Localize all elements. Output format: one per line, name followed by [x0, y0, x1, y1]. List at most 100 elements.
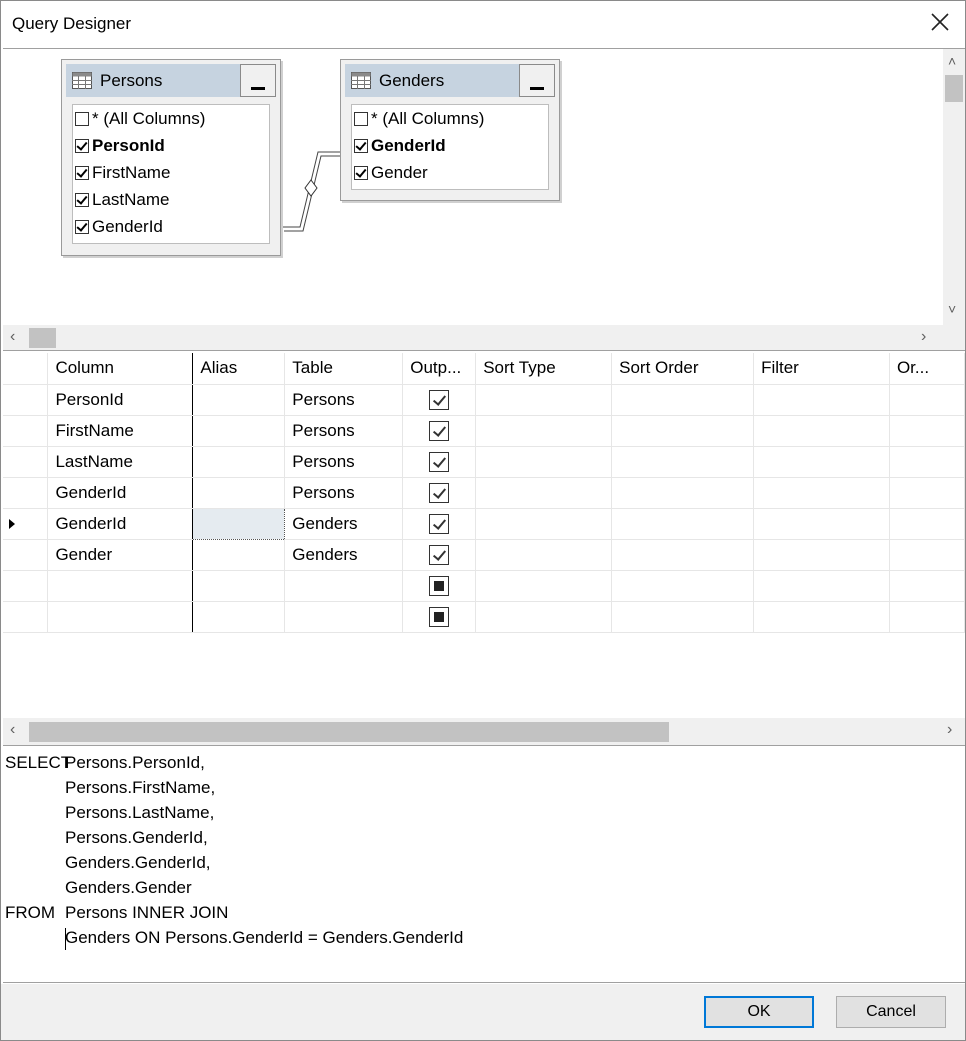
cell-table[interactable]: Persons: [284, 384, 404, 416]
cell-table[interactable]: Persons: [284, 446, 404, 478]
cell-sort-order[interactable]: [611, 415, 755, 447]
row-selector[interactable]: [3, 446, 49, 478]
cell-table[interactable]: [284, 601, 404, 633]
table-row-current[interactable]: GenderId Genders: [3, 507, 965, 540]
row-selector[interactable]: [3, 477, 49, 509]
cell-filter[interactable]: [753, 384, 890, 416]
cell-or[interactable]: [889, 477, 965, 509]
cell-or[interactable]: [889, 415, 965, 447]
cell-alias[interactable]: [192, 570, 286, 602]
cell-sort-type[interactable]: [475, 384, 613, 416]
column-item[interactable]: PersonId: [75, 133, 165, 158]
output-checkbox[interactable]: [429, 513, 450, 534]
table-header-persons[interactable]: Persons: [66, 64, 276, 97]
cell-sort-type[interactable]: [475, 508, 613, 540]
cell-output[interactable]: [402, 415, 477, 447]
column-checkbox[interactable]: [75, 111, 89, 126]
cell-output[interactable]: [402, 570, 477, 602]
cell-alias[interactable]: [192, 601, 286, 633]
row-selector[interactable]: [3, 508, 49, 540]
cell-output[interactable]: [402, 384, 477, 416]
cell-or[interactable]: [889, 384, 965, 416]
cell-or[interactable]: [889, 508, 965, 540]
chevron-left-icon[interactable]: ‹: [10, 721, 15, 739]
cell-sort-type[interactable]: [475, 570, 613, 602]
header-column[interactable]: Column: [47, 353, 194, 385]
diagram-pane[interactable]: Persons * (All Columns) PersonId FirstNa…: [3, 48, 965, 351]
cell-filter[interactable]: [753, 446, 890, 478]
column-checkbox[interactable]: [354, 165, 368, 180]
cell-output[interactable]: [402, 508, 477, 540]
table-persons[interactable]: Persons * (All Columns) PersonId FirstNa…: [61, 59, 281, 256]
header-table[interactable]: Table: [284, 353, 404, 385]
table-genders[interactable]: Genders * (All Columns) GenderId Gender: [340, 59, 560, 201]
cell-filter[interactable]: [753, 508, 890, 540]
chevron-up-icon[interactable]: ˄: [948, 53, 956, 69]
cell-sort-order[interactable]: [611, 384, 755, 416]
cell-filter[interactable]: [753, 477, 890, 509]
row-selector[interactable]: [3, 601, 49, 633]
table-header-genders[interactable]: Genders: [345, 64, 555, 97]
header-alias[interactable]: Alias: [192, 353, 286, 385]
column-checkbox[interactable]: [354, 138, 368, 153]
cell-column[interactable]: Gender: [47, 539, 194, 571]
cell-table[interactable]: Persons: [284, 415, 404, 447]
cell-sort-order[interactable]: [611, 446, 755, 478]
table-row[interactable]: PersonId Persons: [3, 384, 965, 416]
output-checkbox[interactable]: [429, 575, 450, 596]
cell-output[interactable]: [402, 446, 477, 478]
scroll-thumb[interactable]: [29, 722, 669, 742]
cell-or[interactable]: [889, 446, 965, 478]
column-item[interactable]: GenderId: [75, 214, 163, 239]
cell-sort-order[interactable]: [611, 477, 755, 509]
header-sort-order[interactable]: Sort Order: [611, 353, 755, 385]
output-checkbox[interactable]: [429, 420, 450, 441]
cell-column[interactable]: GenderId: [47, 477, 194, 509]
row-selector[interactable]: [3, 384, 49, 416]
row-selector[interactable]: [3, 570, 49, 602]
table-row[interactable]: LastName Persons: [3, 446, 965, 478]
column-item[interactable]: * (All Columns): [75, 106, 205, 131]
grid-horizontal-scrollbar[interactable]: ‹ ›: [3, 718, 965, 745]
cell-sort-type[interactable]: [475, 446, 613, 478]
row-selector[interactable]: [3, 539, 49, 571]
cell-column[interactable]: GenderId: [47, 508, 194, 540]
cell-filter[interactable]: [753, 415, 890, 447]
cell-sort-type[interactable]: [475, 415, 613, 447]
output-checkbox[interactable]: [429, 482, 450, 503]
cell-alias[interactable]: [192, 446, 286, 478]
column-item[interactable]: GenderId: [354, 133, 446, 158]
sql-pane[interactable]: SELECTPersons.PersonId, Persons.FirstNam…: [3, 747, 965, 983]
cancel-button[interactable]: Cancel: [836, 996, 946, 1028]
cell-or[interactable]: [889, 601, 965, 633]
column-checkbox[interactable]: [75, 138, 89, 153]
scroll-thumb[interactable]: [29, 328, 56, 348]
diagram-vertical-scrollbar[interactable]: ˄ ˅: [943, 49, 965, 325]
chevron-down-icon[interactable]: ˅: [948, 301, 956, 317]
output-checkbox[interactable]: [429, 451, 450, 472]
cell-alias[interactable]: [192, 539, 286, 571]
cell-output[interactable]: [402, 539, 477, 571]
diagram-horizontal-scrollbar[interactable]: ‹ ›: [3, 325, 965, 350]
minimize-table-button[interactable]: [240, 64, 276, 97]
cell-table[interactable]: Genders: [284, 508, 404, 540]
chevron-left-icon[interactable]: ‹: [10, 328, 15, 346]
cell-alias[interactable]: [192, 415, 286, 447]
column-checkbox[interactable]: [75, 192, 89, 207]
column-item[interactable]: * (All Columns): [354, 106, 484, 131]
output-checkbox[interactable]: [429, 606, 450, 627]
table-row[interactable]: GenderId Persons: [3, 477, 965, 509]
row-selector[interactable]: [3, 415, 49, 447]
ok-button[interactable]: OK: [704, 996, 814, 1028]
output-checkbox[interactable]: [429, 389, 450, 410]
table-row[interactable]: Gender Genders: [3, 539, 965, 571]
cell-filter[interactable]: [753, 539, 890, 571]
cell-sort-order[interactable]: [611, 570, 755, 602]
output-checkbox[interactable]: [429, 544, 450, 565]
column-item[interactable]: LastName: [75, 187, 169, 212]
cell-sort-type[interactable]: [475, 601, 613, 633]
chevron-right-icon[interactable]: ›: [947, 721, 952, 739]
cell-filter[interactable]: [753, 601, 890, 633]
cell-table[interactable]: Persons: [284, 477, 404, 509]
column-checkbox[interactable]: [75, 219, 89, 234]
